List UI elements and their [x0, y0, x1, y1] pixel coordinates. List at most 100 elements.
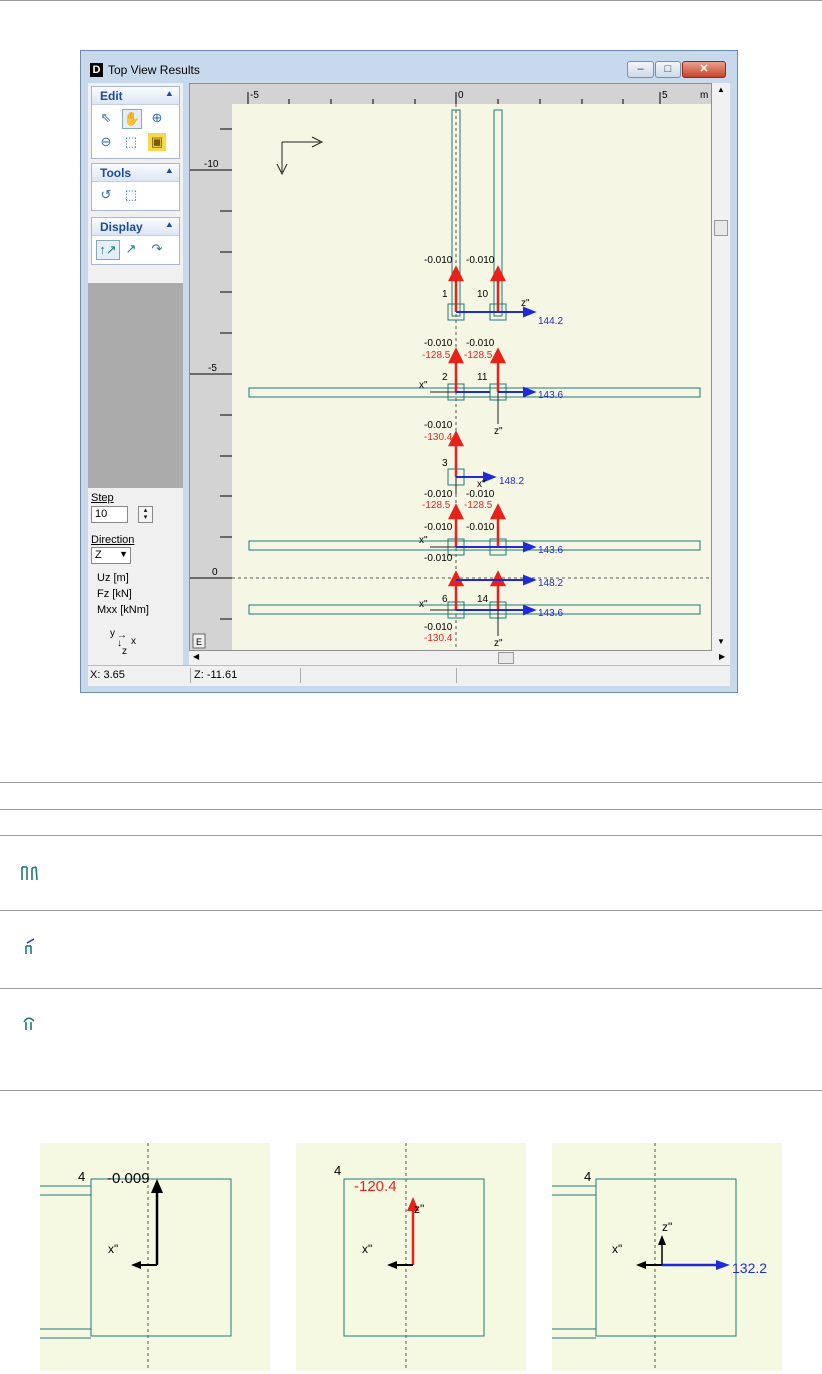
table-rule: [0, 988, 822, 989]
direction-select[interactable]: Z ▼: [91, 547, 131, 564]
uz-value: -0.010: [424, 553, 453, 564]
table-rule: [0, 782, 822, 783]
ruler-corner-label: E: [196, 637, 202, 647]
maximize-button[interactable]: □: [655, 61, 681, 78]
moment-icon[interactable]: ↷: [148, 240, 166, 258]
vertical-scrollbar[interactable]: ▲ ▼: [712, 83, 730, 651]
force-icon[interactable]: ↗: [122, 240, 140, 258]
scroll-up-icon[interactable]: ▲: [717, 85, 725, 94]
display-group-header[interactable]: Display ⯅: [92, 218, 179, 236]
panel-filler: [88, 283, 183, 488]
axis-z-label: z": [494, 426, 503, 437]
table-rule: [0, 809, 822, 810]
node-number: 2: [442, 372, 448, 383]
tools-group-header[interactable]: Tools ⯅: [92, 164, 179, 182]
uz-value: -0.010: [424, 489, 453, 500]
node-number: 3: [442, 458, 448, 469]
close-button[interactable]: ✕: [682, 61, 726, 78]
displacement-display-icon: [19, 862, 39, 882]
node-number: 1: [442, 289, 448, 300]
plot-svg: -5 0 5 m -10 -5 0 E 1 10 2 11 3 6 14 z" …: [190, 84, 711, 650]
detail-axis-x: x": [108, 1242, 118, 1256]
top-ruler: [190, 84, 711, 104]
table-rule: [0, 1090, 822, 1091]
plot-canvas[interactable]: -5 0 5 m -10 -5 0 E 1 10 2 11 3 6 14 z" …: [189, 83, 712, 651]
status-x: X: 3.65: [90, 669, 125, 681]
uz-value: -0.010: [424, 522, 453, 533]
collapse-icon[interactable]: ⯅: [166, 89, 173, 100]
table-rule: [0, 910, 822, 911]
uz-value: -0.010: [466, 338, 495, 349]
fz-value: -128.5: [464, 350, 493, 361]
mxx-value: 144.2: [538, 316, 563, 327]
step-spinner[interactable]: ▴ ▾: [138, 506, 153, 523]
select-window-icon[interactable]: ⬚: [122, 186, 140, 204]
displacement-icon[interactable]: ↑↗: [96, 240, 120, 260]
horizontal-scrollbar[interactable]: ◀ ▶: [189, 651, 730, 665]
node-number: 11: [477, 372, 488, 383]
ruler-label: -10: [204, 159, 219, 170]
zoom-in-icon[interactable]: ⊕: [148, 109, 166, 127]
axes-legend-icon: y → x ↓ z: [110, 628, 136, 657]
app-icon: D: [90, 63, 103, 77]
chevron-down-icon: ▼: [119, 549, 128, 559]
collapse-icon[interactable]: ⯅: [166, 220, 173, 231]
horizontal-scroll-thumb[interactable]: [498, 652, 514, 664]
detail-fz: 4 -120.4 x" z": [296, 1143, 526, 1371]
tools-group: Tools ⯅ ↺ ⬚: [91, 163, 180, 211]
window-title: Top View Results: [108, 63, 200, 77]
detail-axis-x: x": [612, 1242, 622, 1256]
detail-mxx-value: 132.2: [732, 1260, 767, 1276]
fz-value: -130.4: [424, 633, 453, 644]
edit-group: Edit ⯅ ⇖ ✋ ⊕ ⊖ ⬚ ▣: [91, 86, 180, 159]
quantity-mxx: Mxx [kNm]: [97, 604, 149, 616]
top-view-results-window: D Top View Results – □ ✕ Edit ⯅ ⇖ ✋ ⊕ ⊖ …: [80, 50, 738, 693]
axis-x-label: x": [419, 599, 428, 610]
axis-z-label: z": [494, 638, 503, 649]
node-number: 6: [442, 594, 448, 605]
uz-value: -0.010: [424, 255, 453, 266]
minimize-button[interactable]: –: [627, 61, 654, 78]
rotate-icon[interactable]: ↺: [97, 186, 115, 204]
scroll-down-icon[interactable]: ▼: [717, 637, 725, 646]
node-number: 10: [477, 289, 489, 300]
axis-x-label: x": [419, 535, 428, 546]
collapse-icon[interactable]: ⯅: [166, 166, 173, 177]
axis-z-label: z": [521, 298, 530, 309]
detail-node-number: 4: [584, 1169, 591, 1184]
uz-value: -0.010: [466, 522, 495, 533]
status-separator: [190, 668, 191, 683]
ruler-unit: m: [700, 90, 708, 101]
vertical-scroll-thumb[interactable]: [714, 220, 728, 236]
edit-label: Edit: [100, 89, 123, 103]
display-label: Display: [100, 220, 143, 234]
zoom-out-icon[interactable]: ⊖: [97, 133, 115, 151]
status-separator: [300, 668, 301, 683]
plot-area: [232, 104, 711, 650]
quantity-uz: Uz [m]: [97, 572, 129, 584]
pointer-icon[interactable]: ⇖: [97, 109, 115, 127]
detail-axis-z: z": [662, 1220, 672, 1234]
pan-hand-icon[interactable]: ✋: [122, 109, 142, 129]
detail-fz-value: -120.4: [354, 1178, 397, 1195]
step-input[interactable]: 10: [91, 506, 128, 523]
title-bar[interactable]: D Top View Results – □ ✕: [81, 51, 737, 83]
zoom-extents-icon[interactable]: ▣: [148, 133, 166, 151]
scroll-right-icon[interactable]: ▶: [719, 652, 725, 661]
detail-axis-z: z": [414, 1202, 424, 1216]
zoom-window-icon[interactable]: ⬚: [122, 133, 140, 151]
node-number: 14: [477, 594, 489, 605]
fz-value: -130.4: [424, 432, 453, 443]
status-z: Z: -11.61: [194, 669, 238, 681]
scroll-left-icon[interactable]: ◀: [193, 652, 199, 661]
mxx-value: 143.6: [538, 390, 563, 401]
mxx-value: 148.2: [538, 578, 563, 589]
uz-value: -0.010: [466, 489, 495, 500]
uz-value: -0.010: [466, 255, 495, 266]
edit-group-header[interactable]: Edit ⯅: [92, 87, 179, 105]
moment-display-icon: [19, 1012, 39, 1032]
status-separator: [456, 668, 457, 683]
force-display-icon: [19, 936, 39, 956]
fz-value: -128.5: [464, 500, 493, 511]
status-bar: X: 3.65 Z: -11.61: [88, 665, 730, 686]
